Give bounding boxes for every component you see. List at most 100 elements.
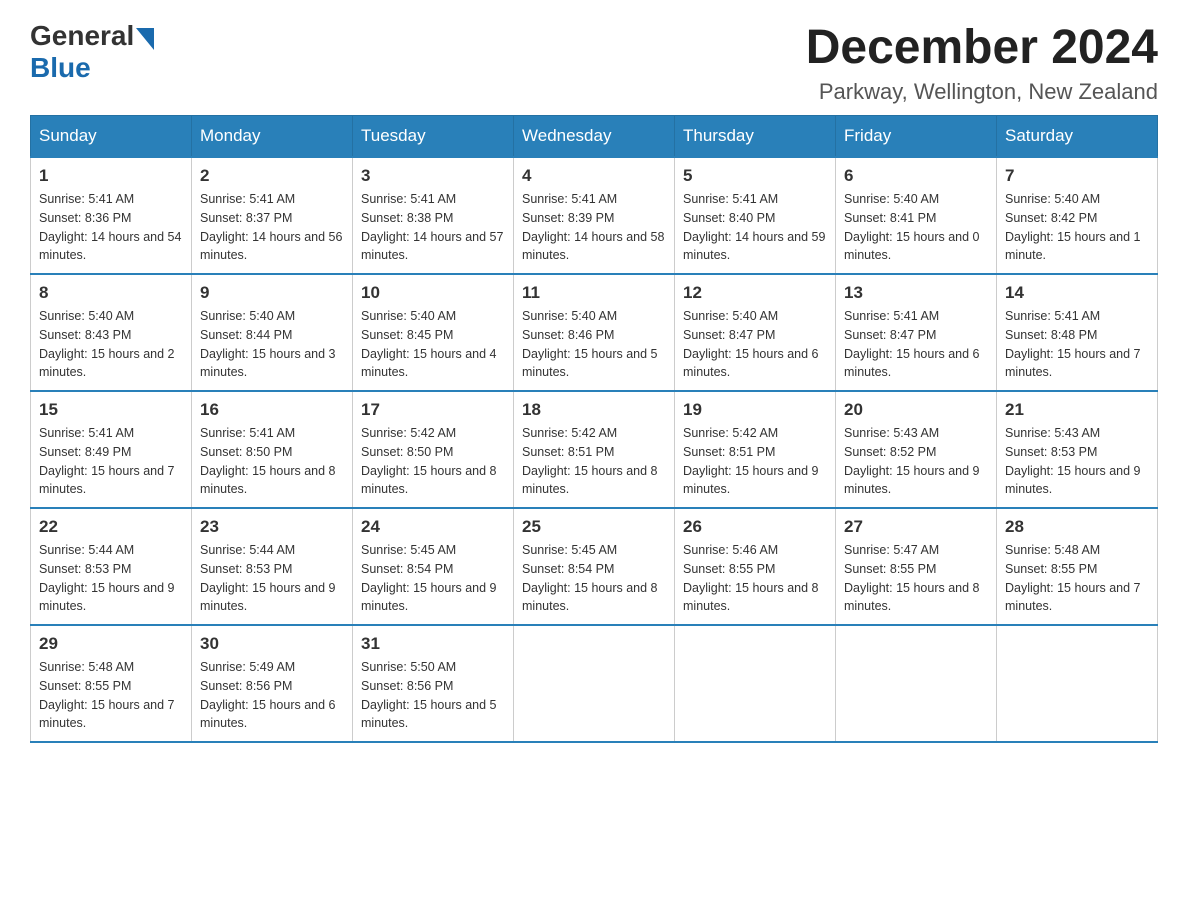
sunrise-label: Sunrise: 5:42 AM [361,426,456,440]
day-number: 16 [200,400,344,420]
sunrise-label: Sunrise: 5:41 AM [39,426,134,440]
sunset-label: Sunset: 8:45 PM [361,328,453,342]
sunrise-label: Sunrise: 5:45 AM [522,543,617,557]
daylight-label: Daylight: 15 hours and 9 minutes. [200,581,336,614]
day-info: Sunrise: 5:43 AM Sunset: 8:52 PM Dayligh… [844,424,988,499]
daylight-label: Daylight: 14 hours and 56 minutes. [200,230,342,263]
day-number: 10 [361,283,505,303]
daylight-label: Daylight: 15 hours and 9 minutes. [361,581,497,614]
header-thursday: Thursday [675,116,836,158]
daylight-label: Daylight: 15 hours and 8 minutes. [844,581,980,614]
table-row [836,625,997,742]
table-row: 21 Sunrise: 5:43 AM Sunset: 8:53 PM Dayl… [997,391,1158,508]
daylight-label: Daylight: 15 hours and 6 minutes. [200,698,336,731]
daylight-label: Daylight: 15 hours and 3 minutes. [200,347,336,380]
header-saturday: Saturday [997,116,1158,158]
day-number: 17 [361,400,505,420]
logo: General Blue [30,20,154,84]
day-number: 26 [683,517,827,537]
sunset-label: Sunset: 8:50 PM [361,445,453,459]
day-number: 22 [39,517,183,537]
header-monday: Monday [192,116,353,158]
daylight-label: Daylight: 15 hours and 8 minutes. [683,581,819,614]
header-wednesday: Wednesday [514,116,675,158]
table-row: 2 Sunrise: 5:41 AM Sunset: 8:37 PM Dayli… [192,157,353,274]
sunrise-label: Sunrise: 5:41 AM [39,192,134,206]
sunset-label: Sunset: 8:41 PM [844,211,936,225]
day-number: 6 [844,166,988,186]
calendar-week-3: 15 Sunrise: 5:41 AM Sunset: 8:49 PM Dayl… [31,391,1158,508]
day-info: Sunrise: 5:45 AM Sunset: 8:54 PM Dayligh… [522,541,666,616]
table-row: 12 Sunrise: 5:40 AM Sunset: 8:47 PM Dayl… [675,274,836,391]
sunrise-label: Sunrise: 5:43 AM [844,426,939,440]
daylight-label: Daylight: 15 hours and 6 minutes. [844,347,980,380]
day-info: Sunrise: 5:41 AM Sunset: 8:48 PM Dayligh… [1005,307,1149,382]
daylight-label: Daylight: 14 hours and 59 minutes. [683,230,825,263]
daylight-label: Daylight: 15 hours and 0 minutes. [844,230,980,263]
header-tuesday: Tuesday [353,116,514,158]
sunset-label: Sunset: 8:56 PM [200,679,292,693]
calendar-table: Sunday Monday Tuesday Wednesday Thursday… [30,115,1158,743]
day-info: Sunrise: 5:40 AM Sunset: 8:44 PM Dayligh… [200,307,344,382]
sunrise-label: Sunrise: 5:44 AM [200,543,295,557]
table-row: 8 Sunrise: 5:40 AM Sunset: 8:43 PM Dayli… [31,274,192,391]
table-row: 15 Sunrise: 5:41 AM Sunset: 8:49 PM Dayl… [31,391,192,508]
sunrise-label: Sunrise: 5:48 AM [1005,543,1100,557]
day-number: 12 [683,283,827,303]
day-info: Sunrise: 5:41 AM Sunset: 8:50 PM Dayligh… [200,424,344,499]
sunset-label: Sunset: 8:54 PM [361,562,453,576]
daylight-label: Daylight: 15 hours and 6 minutes. [683,347,819,380]
sunset-label: Sunset: 8:46 PM [522,328,614,342]
sunrise-label: Sunrise: 5:40 AM [683,309,778,323]
table-row: 24 Sunrise: 5:45 AM Sunset: 8:54 PM Dayl… [353,508,514,625]
sunset-label: Sunset: 8:55 PM [1005,562,1097,576]
table-row: 25 Sunrise: 5:45 AM Sunset: 8:54 PM Dayl… [514,508,675,625]
table-row: 26 Sunrise: 5:46 AM Sunset: 8:55 PM Dayl… [675,508,836,625]
sunrise-label: Sunrise: 5:49 AM [200,660,295,674]
day-info: Sunrise: 5:42 AM Sunset: 8:50 PM Dayligh… [361,424,505,499]
sunrise-label: Sunrise: 5:41 AM [522,192,617,206]
sunrise-label: Sunrise: 5:42 AM [522,426,617,440]
day-number: 8 [39,283,183,303]
table-row [997,625,1158,742]
day-number: 27 [844,517,988,537]
page-header: General Blue December 2024 Parkway, Well… [30,20,1158,105]
title-section: December 2024 Parkway, Wellington, New Z… [806,20,1158,105]
table-row: 29 Sunrise: 5:48 AM Sunset: 8:55 PM Dayl… [31,625,192,742]
sunset-label: Sunset: 8:48 PM [1005,328,1097,342]
sunset-label: Sunset: 8:55 PM [39,679,131,693]
daylight-label: Daylight: 15 hours and 5 minutes. [361,698,497,731]
sunset-label: Sunset: 8:38 PM [361,211,453,225]
daylight-label: Daylight: 15 hours and 7 minutes. [39,698,175,731]
day-info: Sunrise: 5:49 AM Sunset: 8:56 PM Dayligh… [200,658,344,733]
sunset-label: Sunset: 8:49 PM [39,445,131,459]
sunset-label: Sunset: 8:55 PM [683,562,775,576]
day-number: 18 [522,400,666,420]
day-number: 29 [39,634,183,654]
day-info: Sunrise: 5:40 AM Sunset: 8:41 PM Dayligh… [844,190,988,265]
day-number: 30 [200,634,344,654]
daylight-label: Daylight: 14 hours and 58 minutes. [522,230,664,263]
day-info: Sunrise: 5:41 AM Sunset: 8:36 PM Dayligh… [39,190,183,265]
day-info: Sunrise: 5:41 AM Sunset: 8:37 PM Dayligh… [200,190,344,265]
table-row: 31 Sunrise: 5:50 AM Sunset: 8:56 PM Dayl… [353,625,514,742]
sunrise-label: Sunrise: 5:40 AM [522,309,617,323]
table-row: 7 Sunrise: 5:40 AM Sunset: 8:42 PM Dayli… [997,157,1158,274]
day-number: 24 [361,517,505,537]
weekday-header-row: Sunday Monday Tuesday Wednesday Thursday… [31,116,1158,158]
day-number: 3 [361,166,505,186]
day-info: Sunrise: 5:46 AM Sunset: 8:55 PM Dayligh… [683,541,827,616]
daylight-label: Daylight: 14 hours and 54 minutes. [39,230,181,263]
sunrise-label: Sunrise: 5:42 AM [683,426,778,440]
sunrise-label: Sunrise: 5:40 AM [39,309,134,323]
logo-general: General [30,20,134,52]
table-row: 13 Sunrise: 5:41 AM Sunset: 8:47 PM Dayl… [836,274,997,391]
day-info: Sunrise: 5:41 AM Sunset: 8:40 PM Dayligh… [683,190,827,265]
day-number: 1 [39,166,183,186]
table-row: 4 Sunrise: 5:41 AM Sunset: 8:39 PM Dayli… [514,157,675,274]
sunset-label: Sunset: 8:43 PM [39,328,131,342]
day-number: 15 [39,400,183,420]
day-number: 31 [361,634,505,654]
table-row: 17 Sunrise: 5:42 AM Sunset: 8:50 PM Dayl… [353,391,514,508]
sunrise-label: Sunrise: 5:45 AM [361,543,456,557]
